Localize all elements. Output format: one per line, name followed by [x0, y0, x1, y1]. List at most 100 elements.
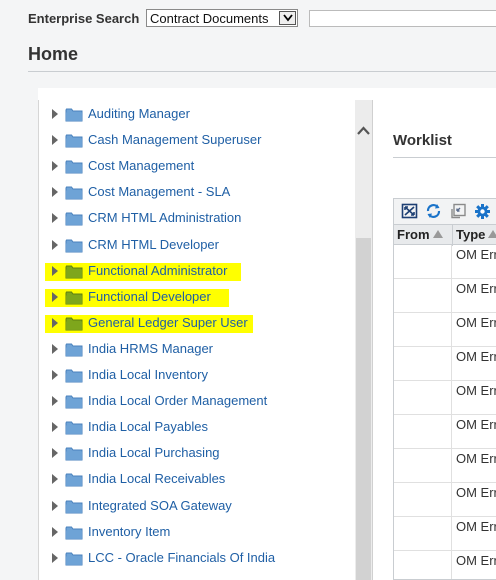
navigator-item[interactable]: Functional Administrator: [39, 262, 339, 282]
cell-type: OM Err: [456, 485, 496, 500]
enterprise-search-label: Enterprise Search: [28, 11, 140, 26]
navigator-item[interactable]: Auditing Manager: [39, 105, 339, 125]
navigator-item[interactable]: India Local Inventory: [39, 366, 339, 386]
cell-from: [394, 245, 452, 279]
cell-type: OM Err: [456, 451, 496, 466]
expand-arrow-icon[interactable]: [52, 265, 58, 276]
navigator-item-label[interactable]: India Local Inventory: [88, 367, 208, 382]
navigator-item-label[interactable]: Functional Developer: [88, 289, 211, 304]
folder-icon: [65, 238, 83, 258]
scroll-up-icon[interactable]: [355, 121, 372, 141]
scrollbar-thumb[interactable]: [356, 238, 371, 580]
header-divider: [28, 71, 496, 72]
navigator-item[interactable]: India Local Receivables: [39, 470, 339, 490]
navigator-item[interactable]: Integrated SOA Gateway: [39, 497, 339, 517]
expand-arrow-icon[interactable]: [52, 396, 58, 407]
navigator-item-label[interactable]: India Local Receivables: [88, 471, 225, 486]
expand-arrow-icon[interactable]: [52, 161, 58, 172]
gear-icon[interactable]: [474, 203, 491, 225]
folder-icon: [65, 394, 83, 414]
navigator-item[interactable]: Cost Management - SLA: [39, 183, 339, 203]
table-row[interactable]: OM Err: [394, 347, 496, 381]
folder-icon: [65, 342, 83, 362]
refresh-icon[interactable]: [425, 203, 442, 224]
expand-arrow-icon[interactable]: [52, 422, 58, 433]
navigator-item[interactable]: India Local Order Management: [39, 392, 339, 412]
expand-arrow-icon[interactable]: [52, 500, 58, 511]
table-row[interactable]: OM Err: [394, 415, 496, 449]
expand-arrow-icon[interactable]: [52, 317, 58, 328]
folder-icon: [65, 472, 83, 492]
folder-icon: [65, 551, 83, 571]
navigator-item[interactable]: LCC - Oracle Financials Of India: [39, 549, 339, 569]
table-row[interactable]: OM Err: [394, 483, 496, 517]
expand-arrow-icon[interactable]: [52, 526, 58, 537]
table-row[interactable]: OM Err: [394, 551, 496, 579]
cell-from: [394, 517, 452, 551]
page-header: Home: [0, 36, 496, 88]
worklist-toolbar: [394, 199, 496, 224]
expand-arrow-icon[interactable]: [52, 109, 58, 119]
sort-ascending-icon[interactable]: [488, 230, 496, 238]
navigator-item[interactable]: CRM HTML Developer: [39, 236, 339, 256]
navigator-item-label[interactable]: Integrated SOA Gateway: [88, 498, 232, 513]
table-row[interactable]: OM Err: [394, 313, 496, 347]
navigator-item-label[interactable]: Cost Management - SLA: [88, 184, 230, 199]
navigator-item-label[interactable]: CRM HTML Developer: [88, 237, 219, 252]
expand-arrow-icon[interactable]: [52, 343, 58, 354]
navigator-scrollbar[interactable]: [355, 100, 372, 580]
expand-arrow-icon[interactable]: [52, 474, 58, 485]
chevron-down-icon[interactable]: [279, 11, 296, 25]
navigator-item-label[interactable]: India Local Order Management: [88, 393, 267, 408]
navigator-item-label[interactable]: CRM HTML Administration: [88, 210, 241, 225]
worklist-title: Worklist: [393, 132, 452, 149]
expand-arrow-icon[interactable]: [52, 187, 58, 198]
column-header-from[interactable]: From: [397, 227, 443, 242]
navigator-item-label[interactable]: Cost Management: [88, 158, 194, 173]
reset-view-icon[interactable]: [450, 203, 467, 224]
navigator-item[interactable]: Inventory Item: [39, 523, 339, 543]
navigator-item-label[interactable]: LCC - Oracle Financials Of India: [88, 550, 275, 565]
expand-arrow-icon[interactable]: [52, 552, 58, 563]
detach-icon[interactable]: [401, 203, 418, 224]
cell-type: OM Err: [456, 247, 496, 262]
navigator-item-label[interactable]: India HRMS Manager: [88, 341, 213, 356]
navigator-item[interactable]: India Local Payables: [39, 418, 339, 438]
expand-arrow-icon[interactable]: [52, 213, 58, 224]
global-header: Enterprise Search Contract Documents: [0, 0, 496, 36]
cell-type: OM Err: [456, 553, 496, 568]
navigator-item-label[interactable]: India Local Purchasing: [88, 445, 220, 460]
expand-arrow-icon[interactable]: [52, 239, 58, 250]
navigator-item-label[interactable]: India Local Payables: [88, 419, 208, 434]
cell-type: OM Err: [456, 519, 496, 534]
expand-arrow-icon[interactable]: [52, 135, 58, 146]
navigator-item[interactable]: General Ledger Super User: [39, 314, 339, 334]
navigator-item-label[interactable]: Cash Management Superuser: [88, 132, 261, 147]
navigator-item[interactable]: Cost Management: [39, 157, 339, 177]
table-row[interactable]: OM Err: [394, 449, 496, 483]
navigator-item-label[interactable]: Inventory Item: [88, 524, 170, 539]
search-category-select[interactable]: Contract Documents: [146, 9, 298, 27]
navigator-item-label[interactable]: General Ledger Super User: [88, 315, 248, 330]
folder-icon: [65, 133, 83, 153]
navigator-item-label[interactable]: Functional Administrator: [88, 263, 227, 278]
navigator-item[interactable]: India Local Purchasing: [39, 444, 339, 464]
search-input[interactable]: [309, 10, 496, 27]
folder-icon: [65, 107, 83, 127]
cell-from: [394, 279, 452, 313]
folder-icon: [65, 499, 83, 519]
expand-arrow-icon[interactable]: [52, 291, 58, 302]
table-row[interactable]: OM Err: [394, 517, 496, 551]
table-row[interactable]: OM Err: [394, 381, 496, 415]
navigator-item-label[interactable]: Auditing Manager: [88, 106, 190, 121]
navigator-item[interactable]: India HRMS Manager: [39, 340, 339, 360]
column-header-type[interactable]: Type: [456, 227, 496, 242]
navigator-item[interactable]: Cash Management Superuser: [39, 131, 339, 151]
table-row[interactable]: OM Err: [394, 279, 496, 313]
navigator-item[interactable]: Functional Developer: [39, 288, 339, 308]
sort-ascending-icon[interactable]: [432, 230, 443, 238]
expand-arrow-icon[interactable]: [52, 448, 58, 459]
expand-arrow-icon[interactable]: [52, 370, 58, 380]
table-row[interactable]: OM Err: [394, 245, 496, 279]
navigator-item[interactable]: CRM HTML Administration: [39, 209, 339, 229]
